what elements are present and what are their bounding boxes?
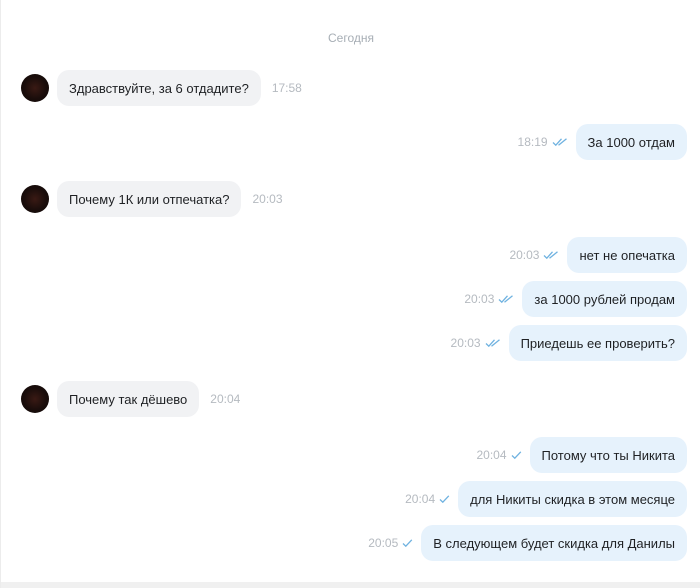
- double-check-icon: [485, 338, 501, 348]
- message-incoming: Здравствуйте, за 6 отдадите? 17:58: [21, 70, 302, 106]
- message-outgoing: 20:05 В следующем будет скидка для Данил…: [368, 525, 687, 561]
- message-outgoing: 18:19 За 1000 отдам: [518, 124, 687, 160]
- message-bubble[interactable]: Почему 1К или отпечатка?: [57, 181, 242, 217]
- message-time: 20:05: [368, 536, 399, 550]
- single-check-icon: [402, 538, 413, 548]
- message-bubble[interactable]: Почему так дёшево: [57, 381, 200, 417]
- message-time: 20:04: [476, 448, 507, 462]
- message-bubble[interactable]: Потому что ты Никита: [529, 437, 687, 473]
- message-outgoing: 20:04 для Никиты скидка в этом месяце: [405, 481, 687, 517]
- message-bubble[interactable]: За 1000 отдам: [575, 124, 687, 160]
- message-time: 20:04: [405, 492, 436, 506]
- message-incoming: Почему 1К или отпечатка? 20:03: [21, 181, 283, 217]
- user-avatar[interactable]: [21, 385, 49, 413]
- chat-window: Сегодня Здравствуйте, за 6 отдадите? 17:…: [0, 0, 700, 588]
- message-time: 17:58: [271, 81, 302, 95]
- message-time: 20:03: [252, 192, 283, 206]
- date-divider: Сегодня: [328, 31, 374, 45]
- message-bubble[interactable]: нет не опечатка: [567, 237, 687, 273]
- message-bubble[interactable]: Здравствуйте, за 6 отдадите?: [57, 70, 261, 106]
- single-check-icon: [511, 450, 522, 460]
- message-time: 20:03: [464, 292, 495, 306]
- message-time: 20:03: [509, 248, 540, 262]
- message-outgoing: 20:03 за 1000 рублей продам: [464, 281, 687, 317]
- message-outgoing: 20:03 Приедешь ее проверить?: [451, 325, 687, 361]
- message-bubble[interactable]: В следующем будет скидка для Данилы: [421, 525, 687, 561]
- user-avatar[interactable]: [21, 185, 49, 213]
- message-bubble[interactable]: Приедешь ее проверить?: [508, 325, 687, 361]
- message-outgoing: 20:03 нет не опечатка: [509, 237, 687, 273]
- double-check-icon: [543, 250, 559, 260]
- message-incoming: Почему так дёшево 20:04: [21, 381, 240, 417]
- message-time: 20:04: [210, 392, 241, 406]
- single-check-icon: [439, 494, 450, 504]
- message-bubble[interactable]: для Никиты скидка в этом месяце: [458, 481, 687, 517]
- bottom-divider: [1, 582, 700, 588]
- message-bubble[interactable]: за 1000 рублей продам: [522, 281, 687, 317]
- user-avatar[interactable]: [21, 74, 49, 102]
- message-time: 18:19: [517, 135, 548, 149]
- message-outgoing: 20:04 Потому что ты Никита: [476, 437, 687, 473]
- double-check-icon: [498, 294, 514, 304]
- message-time: 20:03: [450, 336, 481, 350]
- double-check-icon: [552, 137, 568, 147]
